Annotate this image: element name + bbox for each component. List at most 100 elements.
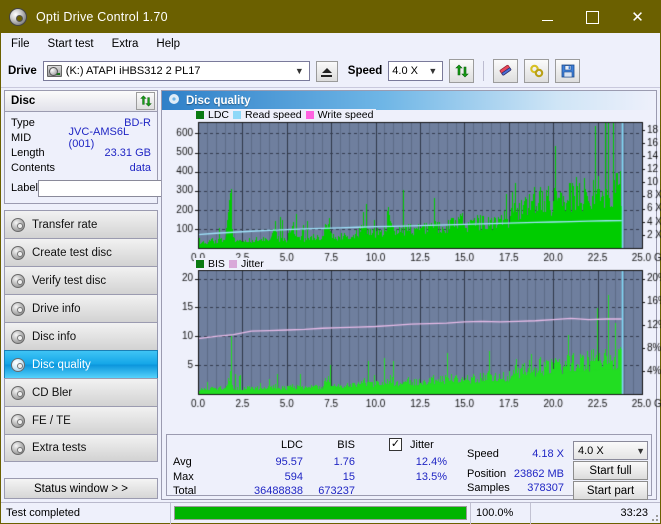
sidebar-item-fe-te[interactable]: FE / TE [4, 406, 158, 434]
link-button[interactable] [524, 59, 550, 83]
sidebar-label: Transfer rate [32, 218, 98, 231]
stats-row-max-label: Max [173, 471, 194, 483]
toolbar-divider [483, 61, 485, 81]
disc-icon [11, 329, 25, 344]
disc-panel-header: Disc [4, 90, 158, 112]
progress-track [174, 506, 467, 520]
chevron-down-icon: ▼ [294, 66, 304, 76]
window-title: Opti Drive Control 1.70 [36, 10, 168, 24]
legend-swatch-ldc [196, 111, 204, 119]
speed-stat-value: 4.18 X [532, 448, 564, 460]
disc-icon [11, 413, 25, 428]
legend-label-read-speed: Read speed [245, 109, 302, 121]
close-icon[interactable]: ✕ [615, 1, 660, 33]
chain-icon [530, 64, 544, 78]
disc-panel-title: Disc [11, 95, 36, 107]
stats-header-ldc: LDC [280, 439, 303, 451]
menu-item-file[interactable]: File [11, 38, 30, 50]
sidebar-item-drive-info[interactable]: Drive info [4, 294, 158, 322]
menu-item-start-test[interactable]: Start test [48, 38, 94, 50]
sidebar-item-verify-test-disc[interactable]: Verify test disc [4, 266, 158, 294]
disc-icon [11, 441, 25, 455]
disc-quality-icon [168, 93, 180, 108]
eraser-icon [499, 64, 511, 76]
legend-label-write-speed: Write speed [317, 109, 374, 121]
drive-label: Drive [8, 65, 37, 77]
disc-label-key: Label [11, 182, 38, 194]
stats-row-avg-label: Avg [173, 456, 192, 468]
menu-item-extra[interactable]: Extra [112, 38, 139, 50]
sidebar: Disc Type BD-R MID JVC-AMS6L (001) Lengt… [1, 88, 238, 502]
speed-select[interactable]: 4.0 X ▼ [388, 61, 444, 81]
app-disc-icon [9, 8, 27, 26]
save-icon [561, 64, 575, 78]
title-bar: Opti Drive Control 1.70 ✕ [1, 1, 660, 33]
stats-panel: LDC BIS ✓ Jitter Avg 95.57 1.76 12.4% Ma… [166, 434, 652, 500]
disc-value-length: 23.31 GB [104, 146, 151, 159]
position-stat-label: Position [467, 468, 507, 480]
sidebar-item-disc-quality[interactable]: Disc quality [4, 350, 158, 378]
disc-value-contents: data [129, 161, 151, 174]
speed-stat-label: Speed [467, 448, 499, 460]
maximize-icon[interactable] [570, 1, 615, 33]
disc-key-length: Length [11, 146, 45, 159]
start-part-button[interactable]: Start part [573, 481, 648, 500]
sidebar-item-disc-info[interactable]: Disc info [4, 322, 158, 350]
refresh-button[interactable] [449, 59, 475, 83]
erase-button[interactable] [493, 59, 519, 83]
status-message: Test completed [1, 502, 171, 524]
sidebar-label: Disc info [32, 330, 77, 343]
test-speed-value: 4.0 X [578, 444, 604, 457]
refresh-icon [455, 64, 469, 78]
status-window-button[interactable]: Status window > > [4, 478, 158, 499]
disc-refresh-button[interactable] [136, 92, 155, 110]
chevron-down-icon: ▼ [636, 445, 645, 456]
progress-fill [175, 507, 466, 519]
sidebar-item-create-test-disc[interactable]: Create test disc [4, 238, 158, 266]
chevron-down-icon: ▼ [428, 66, 438, 76]
stats-max-ldc: 594 [284, 471, 303, 483]
eject-bar [321, 75, 333, 77]
resize-grip[interactable] [648, 511, 658, 521]
menu-bar: File Start test Extra Help [1, 33, 660, 55]
jitter-label: Jitter [410, 439, 434, 451]
stats-avg-bis: 1.76 [333, 456, 355, 468]
legend-swatch-jitter [228, 260, 237, 268]
disc-icon [11, 357, 25, 372]
disc-icon [11, 301, 25, 316]
sidebar-label: FE / TE [32, 414, 71, 427]
eject-button[interactable] [315, 60, 338, 82]
sidebar-item-transfer-rate[interactable]: Transfer rate [4, 210, 158, 238]
chart2-legend: BIS Jitter [194, 258, 266, 270]
speed-label: Speed [347, 65, 383, 77]
sidebar-item-extra-tests[interactable]: Extra tests [4, 434, 158, 462]
minimize-icon[interactable] [525, 1, 570, 33]
window-controls: ✕ [525, 1, 660, 33]
sidebar-item-cd-bler[interactable]: CD Bler [4, 378, 158, 406]
stats-row-total-label: Total [173, 485, 197, 497]
disc-icon [11, 217, 25, 232]
position-stat-value: 23862 MB [513, 468, 564, 480]
sidebar-label: CD Bler [32, 386, 73, 399]
page-title: Disc quality [186, 94, 251, 107]
legend-swatch-bis [196, 260, 204, 268]
legend-label-ldc: LDC [208, 109, 230, 121]
legend-label-bis: BIS [208, 258, 225, 270]
drive-select-value: (K:) ATAPI iHBS312 2 PL17 [65, 65, 201, 77]
save-button[interactable] [555, 59, 581, 83]
start-full-button[interactable]: Start full [573, 461, 648, 480]
content-area: Disc Type BD-R MID JVC-AMS6L (001) Lengt… [1, 88, 661, 506]
sidebar-label: Verify test disc [32, 274, 107, 287]
test-speed-select[interactable]: 4.0 X ▼ [573, 441, 648, 460]
disc-key-contents: Contents [11, 161, 56, 174]
stats-avg-jitter: 12.4% [415, 456, 447, 468]
disc-label-row: Label [11, 178, 238, 198]
sidebar-label: Drive info [32, 302, 81, 315]
sidebar-label: Disc quality [32, 358, 91, 371]
legend-swatch-read-speed [233, 111, 242, 119]
sidebar-label: Create test disc [32, 246, 112, 259]
jitter-checkbox[interactable]: ✓ [389, 438, 402, 451]
stats-total-ldc: 36488838 [254, 485, 303, 497]
drive-select[interactable]: (K:) ATAPI iHBS312 2 PL17 ▼ [42, 61, 310, 81]
menu-item-help[interactable]: Help [156, 38, 180, 50]
